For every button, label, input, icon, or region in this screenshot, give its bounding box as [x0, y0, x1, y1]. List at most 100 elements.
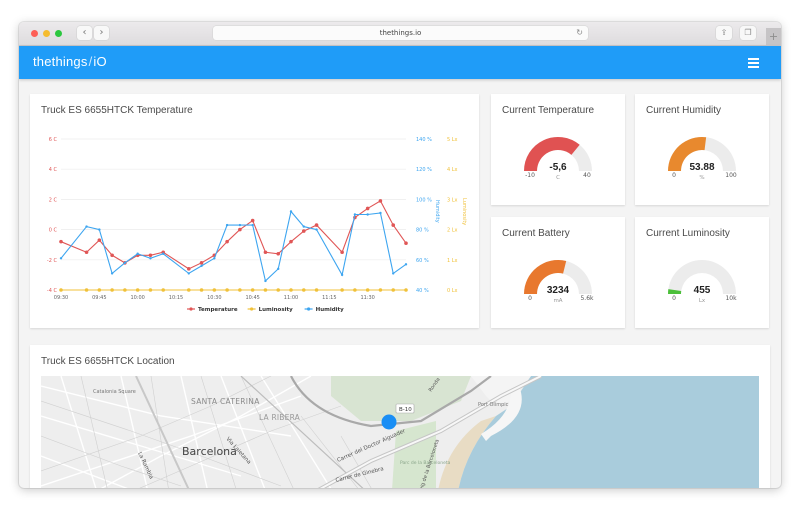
close-window-button[interactable]: [31, 30, 38, 37]
data-point-humidity: [289, 210, 293, 213]
hamburger-menu-icon[interactable]: [748, 58, 759, 70]
data-point-temperature: [314, 223, 319, 227]
gauge-max: 10k: [725, 295, 737, 302]
data-point-humidity: [225, 223, 229, 227]
x-tick-label: 10:45: [245, 295, 259, 301]
y-tick-humidity: 120 %: [416, 167, 432, 173]
x-tick-label: 09:45: [92, 295, 106, 301]
luminosity-gauge: 0 455 Lx 10k: [662, 255, 742, 315]
tabs-overview-button[interactable]: ❐: [740, 26, 756, 40]
map-label-barcelona: Barcelona: [182, 445, 237, 458]
reload-icon[interactable]: ↻: [576, 26, 583, 40]
data-point-temperature: [59, 239, 63, 244]
data-point-humidity: [340, 273, 344, 277]
data-point-humidity: [366, 213, 369, 216]
data-point-luminosity: [161, 288, 166, 292]
x-tick-label: 10:15: [169, 295, 183, 301]
data-point-humidity: [264, 279, 267, 283]
back-button[interactable]: ‹: [77, 26, 92, 40]
chevron-right-icon: ›: [99, 27, 104, 38]
data-point-humidity: [213, 257, 216, 260]
data-point-humidity: [85, 225, 88, 228]
data-point-luminosity: [263, 288, 268, 292]
road-badge-label: B-10: [399, 407, 412, 413]
address-bar[interactable]: thethings.io ↻: [213, 26, 588, 40]
logo-text-right: iO: [93, 54, 107, 69]
data-point-temperature: [365, 206, 370, 211]
gauge-title: Current Luminosity: [646, 228, 730, 239]
thethings-logo[interactable]: thethings/iO: [33, 54, 107, 69]
forward-button[interactable]: ›: [94, 26, 109, 40]
data-point-temperature: [263, 250, 268, 255]
data-point-temperature: [391, 223, 396, 227]
gauge-max: 5.6k: [580, 295, 594, 302]
legend-marker-luminosity: [250, 307, 254, 311]
data-point-luminosity: [314, 288, 319, 292]
data-point-temperature: [186, 267, 191, 271]
menu-line: [748, 61, 759, 64]
y-tick-luminosity: 5 Lx: [447, 137, 458, 143]
map-canvas[interactable]: Catalonia Square SANTA CATERINA LA RIBER…: [41, 376, 759, 488]
data-point-luminosity: [238, 288, 242, 292]
data-point-temperature: [238, 227, 242, 232]
data-point-humidity: [98, 228, 101, 231]
data-point-temperature: [84, 250, 89, 255]
data-point-humidity: [187, 272, 190, 275]
location-map-card: Truck ES 6655HTCK Location Catalonia Squ…: [30, 345, 770, 488]
location-map[interactable]: Catalonia Square SANTA CATERINA LA RIBER…: [41, 376, 759, 488]
data-point-luminosity: [225, 288, 229, 292]
data-point-luminosity: [186, 288, 191, 292]
gauge-card-humidity: Current Humidity 0 53.88 % 100: [635, 94, 769, 205]
data-point-humidity: [110, 272, 114, 275]
y-tick-luminosity: 0 Lx: [447, 288, 458, 294]
gauge-card-battery: Current Battery 0 3234 mA 5.6k: [491, 217, 625, 328]
browser-window: ‹ › thethings.io ↻ ⇪ ❐ + thethings/iO Tr…: [19, 22, 781, 488]
share-button[interactable]: ⇪: [716, 26, 732, 40]
map-title: Truck ES 6655HTCK Location: [41, 356, 175, 367]
y-tick-luminosity: 3 Lx: [447, 197, 458, 203]
legend-marker-temperature: [189, 307, 193, 311]
gauge-card-temperature: Current Temperature -10 -5,6 C 40: [491, 94, 625, 205]
data-point-temperature: [148, 253, 153, 258]
data-point-luminosity: [365, 288, 370, 292]
tabs-icon: ❐: [744, 28, 752, 37]
data-point-humidity: [238, 223, 242, 227]
data-point-luminosity: [135, 288, 140, 292]
y-tick-temperature: 0 C: [49, 228, 58, 234]
new-tab-button[interactable]: +: [766, 28, 781, 45]
data-point-temperature: [340, 250, 344, 255]
y-tick-humidity: 60 %: [416, 258, 429, 264]
series-line-humidity: [60, 210, 407, 283]
data-point-humidity: [315, 228, 318, 231]
data-point-luminosity: [250, 288, 255, 292]
y-tick-luminosity: 1 Lx: [447, 258, 458, 264]
zoom-window-button[interactable]: [55, 30, 62, 37]
data-point-luminosity: [148, 288, 153, 292]
data-point-temperature: [289, 239, 293, 244]
data-point-luminosity: [123, 288, 127, 292]
data-point-humidity: [392, 272, 395, 275]
y-tick-temperature: 2 C: [49, 197, 58, 203]
data-point-temperature: [378, 199, 383, 203]
data-point-luminosity: [340, 288, 344, 292]
legend-marker-humidity: [307, 307, 311, 311]
data-point-luminosity: [276, 288, 281, 292]
truck-location-marker[interactable]: [381, 414, 397, 430]
gauge-card-luminosity: Current Luminosity 0 455 Lx 10k: [635, 217, 769, 328]
x-tick-label: 09:30: [54, 295, 68, 301]
y-tick-luminosity: 2 Lx: [447, 228, 458, 234]
gauge-title: Current Temperature: [502, 105, 595, 116]
data-point-temperature: [199, 261, 204, 265]
data-point-humidity: [251, 223, 254, 227]
share-icon: ⇪: [720, 28, 728, 37]
x-tick-label: 10:00: [130, 295, 144, 301]
data-point-humidity: [149, 257, 152, 260]
data-point-temperature: [276, 251, 281, 256]
y-tick-temperature: 6 C: [49, 137, 58, 143]
y-tick-humidity: 100 %: [416, 197, 432, 203]
temperature-gauge: -10 -5,6 C 40: [518, 132, 598, 192]
x-tick-label: 11:15: [322, 295, 336, 301]
data-point-temperature: [404, 241, 408, 245]
temperature-chart-card: Truck ES 6655HTCK Temperature -4 C 40 % 0 …: [30, 94, 479, 328]
minimize-window-button[interactable]: [43, 30, 50, 37]
